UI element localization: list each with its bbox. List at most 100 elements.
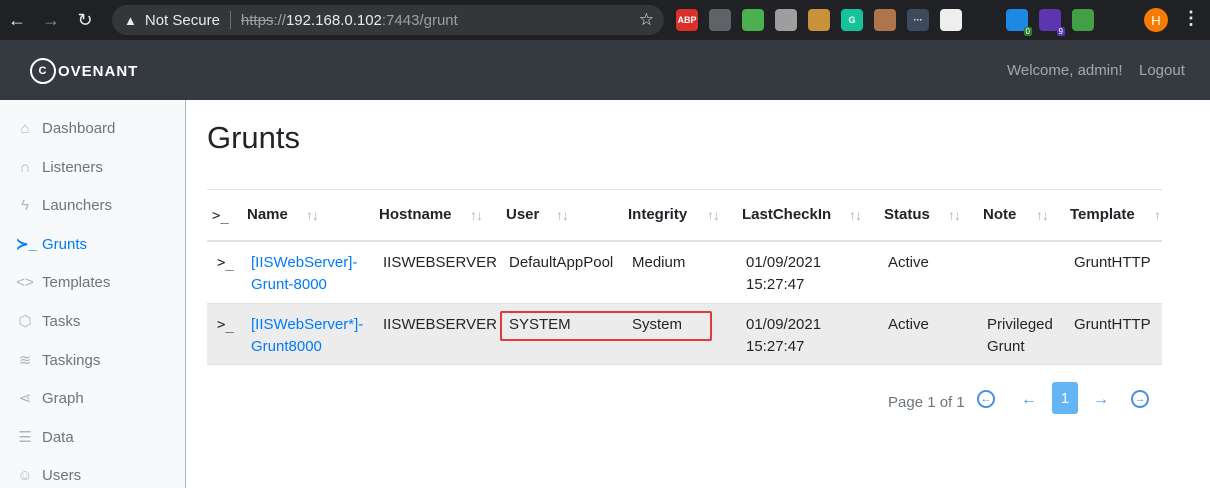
interact-terminal-icon[interactable]: >_ [217, 255, 234, 271]
sort-arrows-icon[interactable]: ↑↓ [556, 207, 569, 223]
template-cell: GruntHTTP [1074, 254, 1151, 271]
grammarly-icon[interactable]: G [841, 9, 863, 31]
sidebar-item-listeners[interactable]: ∩ Listeners [16, 156, 103, 178]
column-header-integrity[interactable]: Integrity [628, 206, 687, 223]
interact-terminal-icon[interactable]: >_ [217, 317, 234, 333]
lastcheckin-date-cell: 01/09/2021 [746, 316, 822, 333]
dots-extension-icon[interactable]: ··· [907, 9, 929, 31]
table-top-border [207, 189, 1162, 190]
zap-icon: ϟ [21, 196, 29, 214]
box-icon: ⬡ [18, 313, 32, 330]
row-divider [207, 303, 1162, 304]
sidebar-item-grunts[interactable]: ≻_ Grunts [16, 233, 87, 255]
sidebar-item-tasks[interactable]: ⬡ Tasks [16, 310, 80, 332]
sort-arrows-icon[interactable]: ↑↓ [306, 207, 319, 223]
table-header-divider [207, 240, 1162, 242]
sort-arrows-icon[interactable]: ↑↓ [707, 207, 720, 223]
puzzle-extensions-icon[interactable] [1105, 9, 1127, 31]
cookie-extension-icon[interactable] [808, 9, 830, 31]
lastcheckin-time-cell: 15:27:47 [746, 338, 805, 355]
sidebar-item-label: Tasks [42, 312, 81, 330]
current-page-button[interactable]: 1 [1052, 382, 1078, 414]
user-cell: DefaultAppPool [509, 254, 614, 271]
sort-arrows-icon[interactable]: ↑ [1154, 207, 1161, 223]
shield-extension-icon[interactable] [742, 9, 764, 31]
sort-arrows-icon[interactable]: ↑↓ [1036, 207, 1049, 223]
covenant-logo[interactable]: C OVENANT [30, 58, 138, 84]
reload-icon[interactable]: ↻ [68, 0, 102, 40]
hexagon-extension-icon[interactable]: 9 [1039, 9, 1065, 36]
terminal-column-icon: >_ [212, 208, 229, 224]
welcome-link[interactable]: Welcome, admin! [1007, 62, 1123, 79]
react-devtools-icon[interactable] [973, 9, 995, 31]
covenant-logo-mark: C [30, 58, 56, 84]
browser-menu-icon[interactable]: ⋮ [1182, 8, 1200, 29]
extension-badge: 9 [1056, 27, 1065, 36]
share-icon: ⋖ [18, 390, 32, 407]
annotation-highlight-box [500, 311, 712, 341]
column-header-user[interactable]: User [506, 206, 539, 223]
grunt-name-link[interactable]: [IISWebServer*]- [251, 314, 363, 336]
column-header-name[interactable]: Name [247, 206, 288, 223]
sidebar-item-templates[interactable]: <> Templates [16, 271, 110, 293]
adblock-plus-icon[interactable]: ABP [676, 9, 698, 31]
url-path: :7443/grunt [381, 11, 458, 29]
logout-link[interactable]: Logout [1139, 62, 1185, 79]
extension-badge: 0 [1023, 27, 1032, 36]
sidebar-item-dashboard[interactable]: ⌂ Dashboard [16, 117, 115, 139]
spy-extension-icon[interactable] [940, 9, 962, 31]
integrity-cell: Medium [632, 254, 686, 271]
sidebar-item-taskings[interactable]: ≋ Taskings [16, 349, 101, 371]
sort-arrows-icon[interactable]: ↑↓ [470, 207, 483, 223]
sidebar: ⌂ Dashboard ∩ Listeners ϟ Launchers ≻_ Grunts <>… [0, 100, 186, 488]
sidebar-item-label: Taskings [42, 351, 101, 369]
hostname-cell: IISWEBSERVER [383, 254, 497, 271]
bookmark-star-icon[interactable]: ☆ [639, 10, 654, 30]
forward-arrow-icon[interactable]: → [34, 0, 68, 40]
hostname-cell: IISWEBSERVER [383, 316, 497, 333]
template-cell: GruntHTTP [1074, 316, 1151, 333]
note-cell: Privileged [987, 316, 1053, 333]
sidebar-item-label: Listeners [42, 158, 103, 176]
extension-icon[interactable] [709, 9, 731, 31]
warning-icon[interactable]: ▲ [124, 13, 137, 28]
address-bar[interactable]: ▲ Not Secure https://192.168.0.102:7443/… [112, 5, 664, 35]
security-label[interactable]: Not Secure [145, 12, 220, 29]
grunt-name-link[interactable]: [IISWebServer]- [251, 252, 357, 274]
sidebar-item-data[interactable]: ☰ Data [16, 426, 74, 448]
sidebar-item-label: Data [42, 428, 74, 446]
sort-arrows-icon[interactable]: ↑↓ [948, 207, 961, 223]
sidebar-item-label: Graph [42, 389, 84, 407]
column-header-template[interactable]: Template [1070, 206, 1135, 223]
sidebar-item-label: Grunts [42, 235, 88, 253]
camera-extension-icon[interactable] [1072, 9, 1094, 31]
proxy-extension-icon[interactable]: 0 [1006, 9, 1032, 36]
sidebar-item-graph[interactable]: ⋖ Graph [16, 387, 84, 409]
sidebar-item-launchers[interactable]: ϟ Launchers [16, 194, 112, 216]
grunt-name-link[interactable]: Grunt-8000 [251, 274, 327, 296]
sidebar-item-users[interactable]: ☺ Users [16, 464, 81, 486]
briefcase-extension-icon[interactable] [775, 9, 797, 31]
code-icon: <> [16, 273, 34, 291]
note-cell: Grunt [987, 338, 1025, 355]
sort-arrows-icon[interactable]: ↑↓ [849, 207, 862, 223]
column-header-hostname[interactable]: Hostname [379, 206, 452, 223]
status-cell: Active [888, 254, 929, 271]
url-host: 192.168.0.102 [285, 11, 382, 29]
grunt-name-link[interactable]: Grunt8000 [251, 336, 322, 358]
profile-avatar[interactable]: H [1144, 8, 1168, 32]
next-page-icon[interactable]: → [1089, 388, 1113, 412]
last-page-icon[interactable]: → [1131, 390, 1149, 408]
omnibox-divider [229, 11, 231, 29]
status-cell: Active [888, 316, 929, 333]
home-icon: ⌂ [20, 119, 30, 137]
back-arrow-icon[interactable]: ← [0, 0, 34, 40]
column-header-note[interactable]: Note [983, 206, 1016, 223]
cookie-editor-icon[interactable] [874, 9, 896, 31]
sidebar-item-label: Dashboard [42, 119, 116, 137]
column-header-lastcheckin[interactable]: LastCheckIn [742, 206, 831, 223]
prev-page-icon[interactable]: ← [1017, 388, 1041, 412]
column-header-status[interactable]: Status [884, 206, 930, 223]
first-page-icon[interactable]: ← [977, 390, 995, 408]
layers-icon: ≋ [18, 352, 32, 369]
